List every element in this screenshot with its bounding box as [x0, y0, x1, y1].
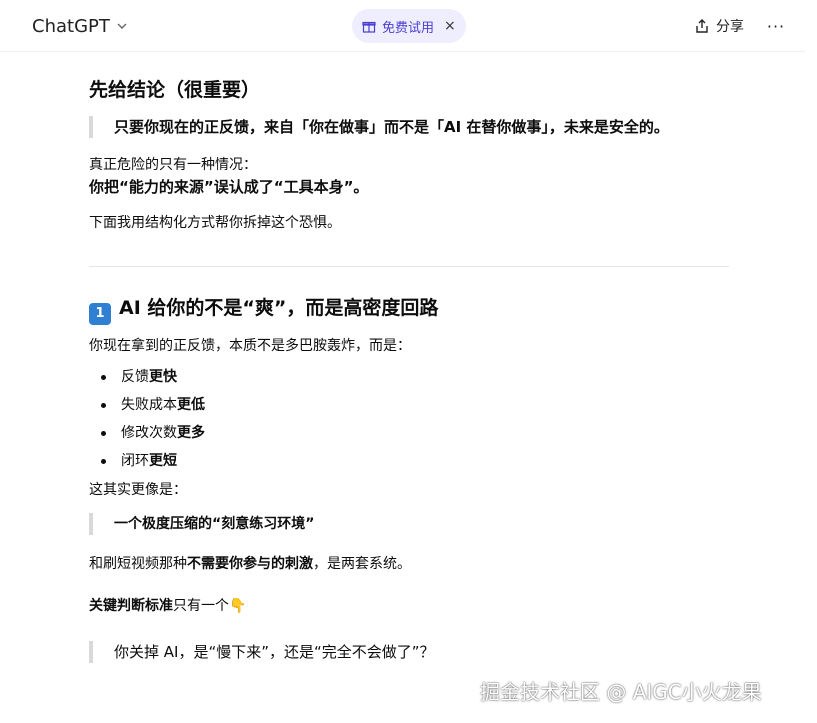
list-item: 失败成本更低 [89, 391, 729, 419]
blockquote-question: 你关掉 AI，是“慢下来”，还是“完全不会做了”？ [89, 641, 729, 663]
list-item: 闭环更短 [89, 447, 729, 475]
section-heading-1: 1 AI 给你的不是“爽”，而是高密度回路 [89, 296, 729, 325]
paragraph-danger-bold: 你把“能力的来源”误认成了“工具本身”。 [89, 178, 369, 196]
chat-page: ChatGPT 免费试用 × 分享 ··· 先给结论（很重要） 只要你现在的正反… [0, 0, 817, 723]
share-icon [696, 19, 708, 33]
divider [89, 266, 729, 267]
paragraph-danger: 真正危险的只有一种情况： [89, 157, 257, 173]
paragraph-contrast: 和刷短视频那种不需要你参与的刺激，是两套系统。 [89, 556, 411, 572]
model-name: ChatGPT [32, 15, 110, 37]
list-item: 反馈更快 [89, 363, 729, 391]
model-switcher[interactable]: ChatGPT [24, 12, 136, 40]
conclusion-heading: 先给结论（很重要） [89, 79, 261, 101]
gift-icon [362, 21, 376, 33]
top-bar: ChatGPT 免费试用 × 分享 ··· [0, 0, 805, 52]
list-item: 修改次数更多 [89, 419, 729, 447]
section-title-1: AI 给你的不是“爽”，而是高密度回路 [119, 297, 439, 319]
pointing-down-icon: 👇 [229, 598, 247, 614]
free-trial-label: 免费试用 [382, 20, 435, 36]
watermark: 掘金技术社区 @ AIGC小火龙果 [480, 680, 762, 704]
blockquote-conclusion: 只要你现在的正反馈，来自「你在做事」而不是「AI 在替你做事」，未来是安全的。 [89, 116, 729, 138]
paragraph-structure: 下面我用结构化方式帮你拆掉这个恐惧。 [89, 215, 341, 231]
keycap-one-icon: 1 [89, 303, 111, 325]
share-button[interactable]: 分享 [688, 12, 750, 40]
feedback-list: 反馈更快 失败成本更低 修改次数更多 闭环更短 [89, 363, 729, 475]
paragraph-more-like: 这其实更像是： [89, 482, 187, 498]
scrollbar-gutter [805, 0, 817, 723]
blockquote-practice: 一个极度压缩的“刻意练习环境” [89, 513, 729, 535]
section-intro: 你现在拿到的正反馈，本质不是多巴胺轰炸，而是： [89, 338, 411, 354]
assistant-message: 先给结论（很重要） 只要你现在的正反馈，来自「你在做事」而不是「AI 在替你做事… [89, 78, 729, 663]
share-label: 分享 [716, 19, 744, 35]
free-trial-pill[interactable]: 免费试用 × [352, 9, 466, 43]
chevron-down-icon [117, 23, 127, 29]
paragraph-criteria: 关键判断标准只有一个👇 [89, 598, 247, 614]
close-icon[interactable]: × [444, 18, 456, 34]
more-options-button[interactable]: ··· [762, 12, 790, 40]
